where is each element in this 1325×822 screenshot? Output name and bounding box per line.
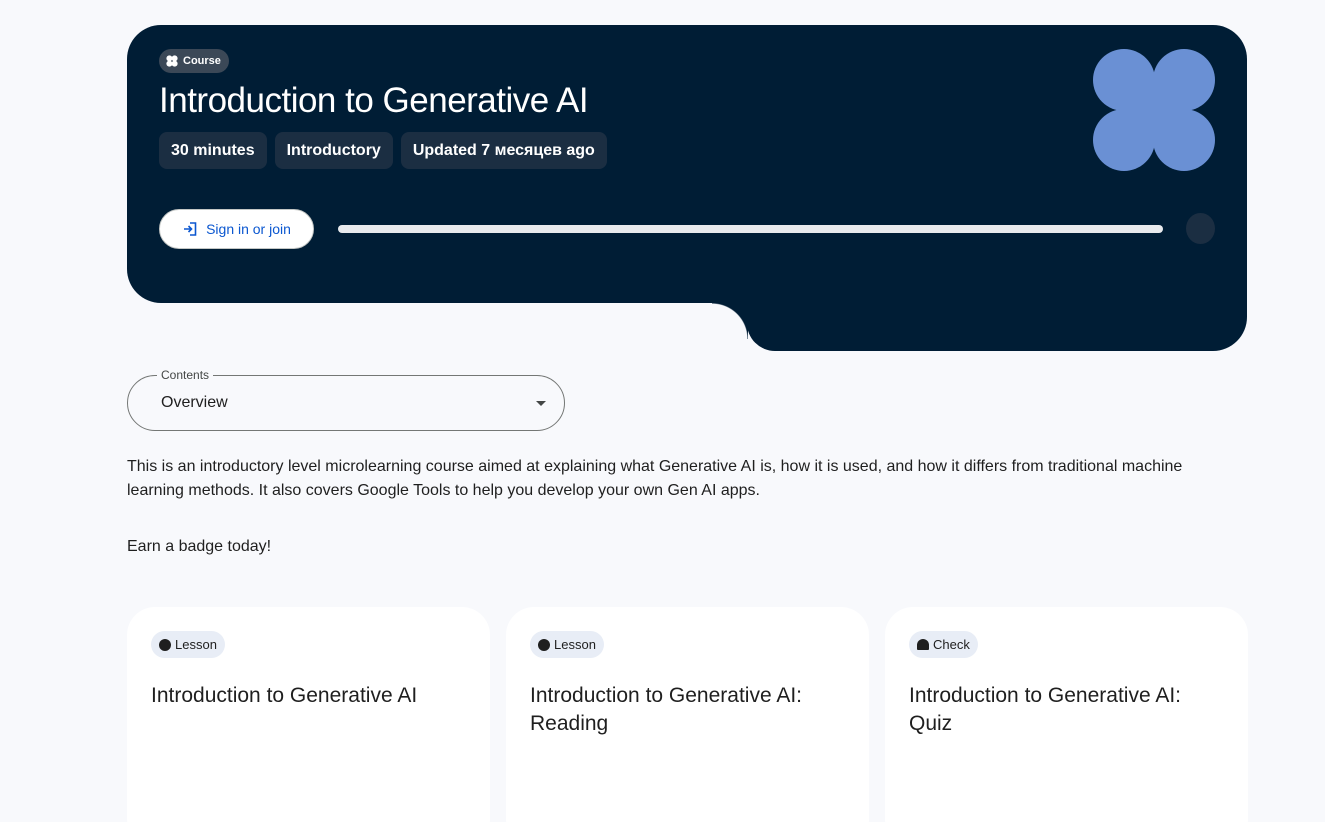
- activity-cards: Lesson Introduction to Generative AI Les…: [127, 607, 1248, 822]
- dot-icon: [538, 638, 550, 651]
- course-hero: Course Introduction to Generative AI 30 …: [127, 25, 1247, 351]
- hero-background-tab: [747, 275, 1247, 351]
- activity-card[interactable]: Check Introduction to Generative AI: Qui…: [885, 607, 1248, 822]
- activity-type-chip: Check: [909, 631, 978, 658]
- course-logo-icon: [1093, 49, 1215, 171]
- course-icon: [166, 55, 178, 67]
- duration-chip: 30 minutes: [159, 132, 267, 169]
- progress-indicator: [1186, 213, 1215, 244]
- course-meta: 30 minutes Introductory Updated 7 месяце…: [159, 132, 607, 169]
- badge-callout: Earn a badge today!: [127, 538, 272, 555]
- dot-icon: [159, 638, 171, 651]
- activity-type-label: Lesson: [554, 637, 596, 652]
- activity-type-chip: Lesson: [151, 631, 225, 658]
- dropdown-arrow-icon: [536, 401, 546, 406]
- activity-type-label: Check: [933, 637, 970, 652]
- activity-card[interactable]: Lesson Introduction to Generative AI: [127, 607, 490, 822]
- course-progress-bar: [338, 225, 1163, 233]
- level-chip: Introductory: [274, 132, 393, 169]
- activity-title: Introduction to Generative AI: Quiz: [909, 684, 1181, 735]
- activity-type-chip: Lesson: [530, 631, 604, 658]
- hero-notch: [712, 303, 748, 339]
- activity-title: Introduction to Generative AI: Reading: [530, 684, 802, 735]
- activity-type-label: Lesson: [175, 637, 217, 652]
- check-icon: [917, 639, 929, 650]
- contents-selected: Overview: [161, 394, 228, 411]
- login-icon: [184, 222, 197, 236]
- course-description: This is an introductory level microlearn…: [127, 458, 1183, 499]
- contents-legend: Contents: [157, 368, 214, 382]
- sign-in-button[interactable]: Sign in or join: [159, 209, 314, 249]
- sign-in-label: Sign in or join: [206, 221, 291, 237]
- contents-select[interactable]: Contents Overview: [127, 368, 565, 431]
- activity-card[interactable]: Lesson Introduction to Generative AI: Re…: [506, 607, 869, 822]
- activity-title: Introduction to Generative AI: [151, 684, 418, 707]
- course-chip: Course: [159, 49, 229, 73]
- course-chip-label: Course: [183, 55, 221, 67]
- course-title: Introduction to Generative AI: [159, 81, 589, 120]
- updated-chip: Updated 7 месяцев ago: [400, 132, 607, 169]
